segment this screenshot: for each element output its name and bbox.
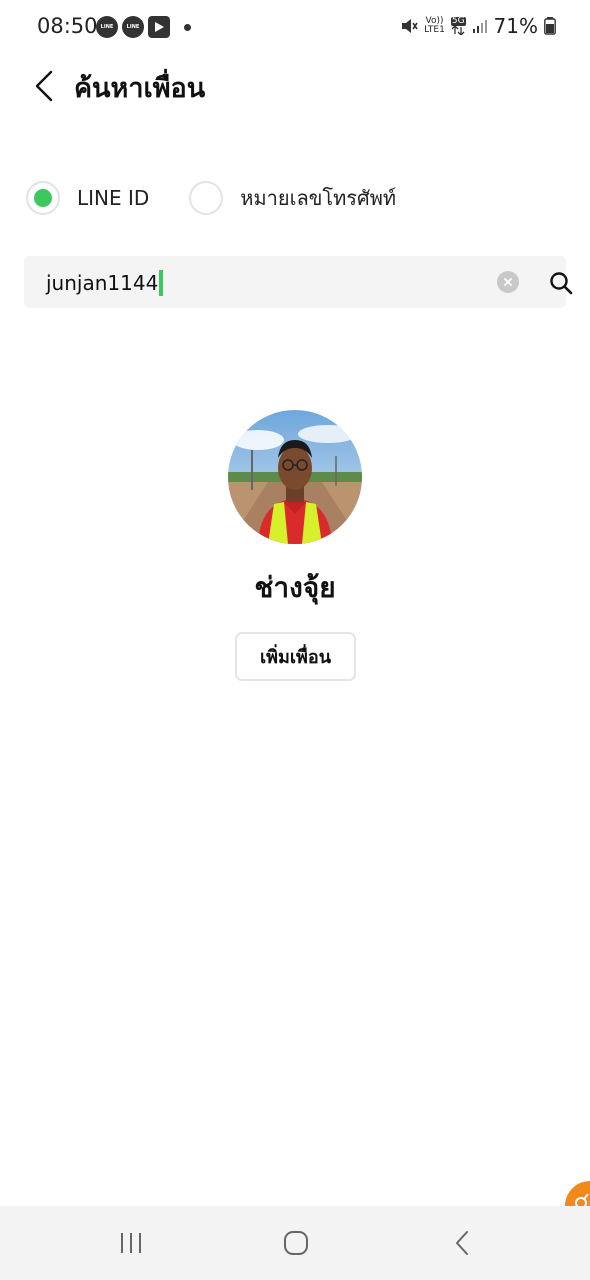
mute-icon — [402, 19, 418, 33]
radio-phone-number[interactable]: หมายเลขโทรศัพท์ — [189, 181, 396, 215]
back-button[interactable] — [26, 68, 62, 104]
volte-indicator: Vo)) LTE1 — [424, 16, 445, 35]
search-input[interactable]: junjan1144 — [46, 270, 164, 296]
battery-icon — [544, 17, 556, 35]
more-dot-icon — [184, 23, 191, 31]
home-button[interactable] — [276, 1228, 316, 1258]
battery-percent: 71% — [493, 14, 538, 38]
radio-selected-icon — [26, 181, 60, 215]
radio-line-id[interactable]: LINE ID — [26, 181, 149, 215]
recent-apps-icon — [121, 1233, 141, 1253]
notification-icons: LINE LINE — [96, 16, 191, 38]
screen: 08:50 LINE LINE Vo)) LTE1 5G 71% ค้นหาเพ… — [0, 0, 590, 1280]
radio-unselected-icon — [189, 181, 224, 215]
clear-search-button[interactable] — [497, 271, 519, 293]
search-button[interactable] — [546, 268, 576, 298]
page-title: ค้นหาเพื่อน — [74, 73, 206, 104]
back-icon — [456, 1231, 468, 1255]
search-box: junjan1144 — [24, 256, 573, 308]
line-icon: LINE — [122, 16, 144, 38]
profile-name: ช่างจุ้ย — [254, 571, 336, 604]
status-bar: 08:50 LINE LINE Vo)) LTE1 5G 71% — [0, 0, 590, 56]
home-icon — [284, 1231, 308, 1255]
search-icon — [550, 272, 573, 295]
play-icon — [148, 16, 170, 38]
navigation-bar — [0, 1206, 590, 1280]
system-icons: Vo)) LTE1 5G 71% — [400, 14, 556, 38]
profile-avatar[interactable] — [228, 410, 362, 544]
signal-icon — [472, 20, 487, 33]
search-input-value: junjan1144 — [46, 271, 159, 295]
text-cursor — [159, 270, 164, 296]
back-arrow-icon — [35, 70, 53, 102]
system-back-button[interactable] — [442, 1228, 482, 1258]
clear-icon — [504, 278, 512, 286]
status-time: 08:50 — [37, 14, 98, 38]
line-icon: LINE — [96, 16, 118, 38]
recent-apps-button[interactable] — [111, 1228, 151, 1258]
add-friend-button[interactable]: เพิ่มเพื่อน — [235, 632, 356, 681]
radio-label: LINE ID — [77, 186, 150, 210]
search-type-selector: LINE ID หมายเลขโทรศัพท์ — [26, 181, 436, 215]
radio-label: หมายเลขโทรศัพท์ — [240, 186, 397, 210]
network-5g-indicator: 5G — [450, 17, 466, 35]
